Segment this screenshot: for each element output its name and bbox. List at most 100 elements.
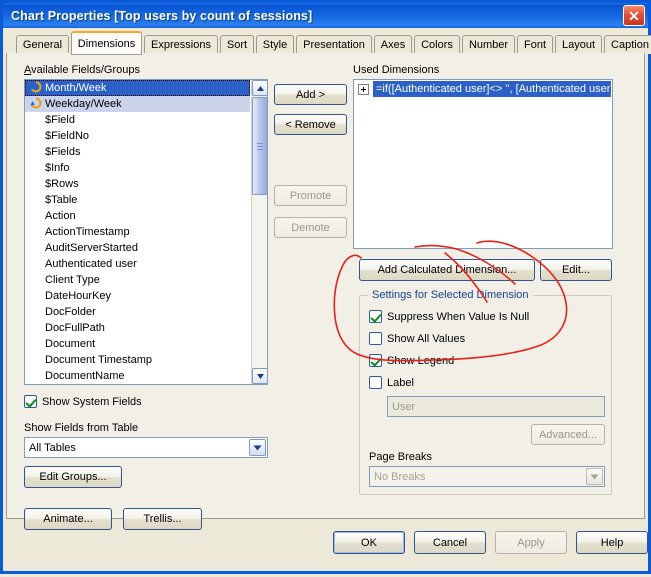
list-item-label: Client Type [45,274,100,286]
tab-axes[interactable]: Axes [374,35,412,54]
tab-general[interactable]: General [16,35,69,54]
add-dimension-button[interactable]: Add > [274,84,347,105]
suppress-when-null-checkbox[interactable]: Suppress When Value Is Null [369,310,529,323]
page-breaks-combo[interactable]: No Breaks [369,466,605,487]
expand-plus-icon[interactable] [358,83,369,95]
tab-expressions[interactable]: Expressions [144,35,218,54]
list-item-label: Month/Week [45,82,107,94]
list-item[interactable]: DocFullPath [25,320,250,336]
list-item-label: Document Timestamp [45,354,152,366]
tab-label: Colors [421,39,453,51]
list-item-label: AuditServerStarted [45,242,138,254]
checkbox-box [369,376,382,389]
list-item-label: $Fields [45,146,81,158]
tab-label: Style [262,39,288,51]
list-item-label: Action [45,210,76,222]
list-item[interactable]: $Field [25,112,250,128]
list-item[interactable]: Weekday/Week [25,96,250,112]
tab-colors[interactable]: Colors [414,35,460,54]
checkbox-box [369,310,382,323]
available-fields-scrollbar[interactable] [251,80,267,384]
tab-sort[interactable]: Sort [220,35,254,54]
tab-style[interactable]: Style [256,35,294,54]
list-item[interactable]: $Info [25,160,250,176]
available-fields-list[interactable]: Month/Week Weekday/Week $Field $FieldNo $Fie… [24,79,268,385]
chevron-down-icon[interactable] [586,468,603,485]
used-dimension-row[interactable]: =if([Authenticated user]<> '', [Authenti… [355,81,611,97]
cancel-button[interactable]: Cancel [414,531,486,554]
scrollbar-thumb[interactable] [252,97,267,195]
cyclic-group-icon [30,97,43,109]
cyclic-group-icon [30,81,43,93]
used-dimensions-list[interactable]: =if([Authenticated user]<> '', [Authenti… [353,79,613,249]
tab-caption[interactable]: Caption [604,35,651,54]
tab-label: Caption [611,39,649,51]
list-item[interactable]: Client Type [25,272,250,288]
settings-group: Settings for Selected Dimension Suppress… [359,289,612,495]
ok-button[interactable]: OK [333,531,405,554]
list-item-label: DocFullPath [45,322,105,334]
show-all-values-checkbox[interactable]: Show All Values [369,332,465,345]
remove-dimension-button[interactable]: < Remove [274,114,347,135]
tab-layout[interactable]: Layout [555,35,602,54]
edit-dimension-button[interactable]: Edit... [540,259,612,281]
list-item[interactable]: DocumentName [25,368,250,384]
list-item[interactable]: Authenticated user [25,256,250,272]
tab-label: Dimensions [77,37,136,50]
checkbox-box [24,395,37,408]
chevron-down-icon[interactable] [249,439,266,456]
dimension-label-input[interactable]: User [387,396,605,417]
list-item[interactable]: Action [25,208,250,224]
add-calculated-dimension-button[interactable]: Add Calculated Dimension... [359,259,535,281]
promote-dimension-button: Promote [274,185,347,206]
list-item[interactable]: Document [25,336,250,352]
window-title: Chart Properties [Top users by count of … [11,8,313,23]
label-checkbox[interactable]: Label [369,376,414,389]
list-item[interactable]: Document Timestamp [25,352,250,368]
list-item[interactable]: DateHourKey [25,288,250,304]
show-system-fields-checkbox[interactable]: Show System Fields [24,395,142,408]
list-item[interactable]: AuditServerStarted [25,240,250,256]
tab-label: Font [523,39,546,51]
help-button[interactable]: Help [576,531,648,554]
tab-number[interactable]: Number [462,35,515,54]
list-item[interactable]: $Table [25,192,250,208]
list-item-label: Authenticated user [45,258,137,270]
scroll-down-icon[interactable] [252,368,267,384]
list-item[interactable]: DocFolder [25,304,250,320]
list-item-label: $Info [45,162,70,174]
tab-label: Axes [380,39,406,51]
tab-label: Layout [561,39,596,51]
show-fields-from-table-label: Show Fields from Table [24,422,139,434]
list-item[interactable]: $FieldNo [25,128,250,144]
dialog-footer: OK Cancel Apply Help [6,516,648,568]
used-dimension-label: =if([Authenticated user]<> '', [Authenti… [373,81,611,97]
apply-button: Apply [495,531,567,554]
close-icon[interactable]: ✕ [623,5,645,26]
list-item[interactable]: $Rows [25,176,250,192]
available-fields-label: Available Fields/Groups [24,64,140,76]
list-item[interactable]: ActionTimestamp [25,224,250,240]
settings-group-title: Settings for Selected Dimension [368,289,533,301]
edit-groups-button[interactable]: Edit Groups... [24,466,122,488]
demote-dimension-button: Demote [274,217,347,238]
table-filter-combo[interactable]: All Tables [24,437,268,458]
list-item-label: DocumentName [45,370,125,382]
tab-presentation[interactable]: Presentation [296,35,372,54]
title-bar[interactable]: Chart Properties [Top users by count of … [3,3,648,28]
checkbox-box [369,354,382,367]
show-all-values-label: Show All Values [387,332,466,345]
list-item[interactable]: Month/Week [25,80,250,96]
page-breaks-label: Page Breaks [369,451,432,463]
list-item-label: $Field [45,114,75,126]
chart-properties-window: Chart Properties [Top users by count of … [0,0,651,574]
scroll-up-icon[interactable] [252,80,267,96]
tab-dimensions[interactable]: Dimensions [71,31,142,55]
dimensions-tab-panel: Available Fields/Groups Month/Week Weekda… [6,53,645,530]
show-system-fields-label: Show System Fields [42,395,142,408]
label-checkbox-label: Label [387,376,414,389]
tab-font[interactable]: Font [517,35,553,54]
list-item[interactable]: $Fields [25,144,250,160]
show-legend-checkbox[interactable]: Show Legend [369,354,454,367]
tab-label: Presentation [303,39,365,51]
